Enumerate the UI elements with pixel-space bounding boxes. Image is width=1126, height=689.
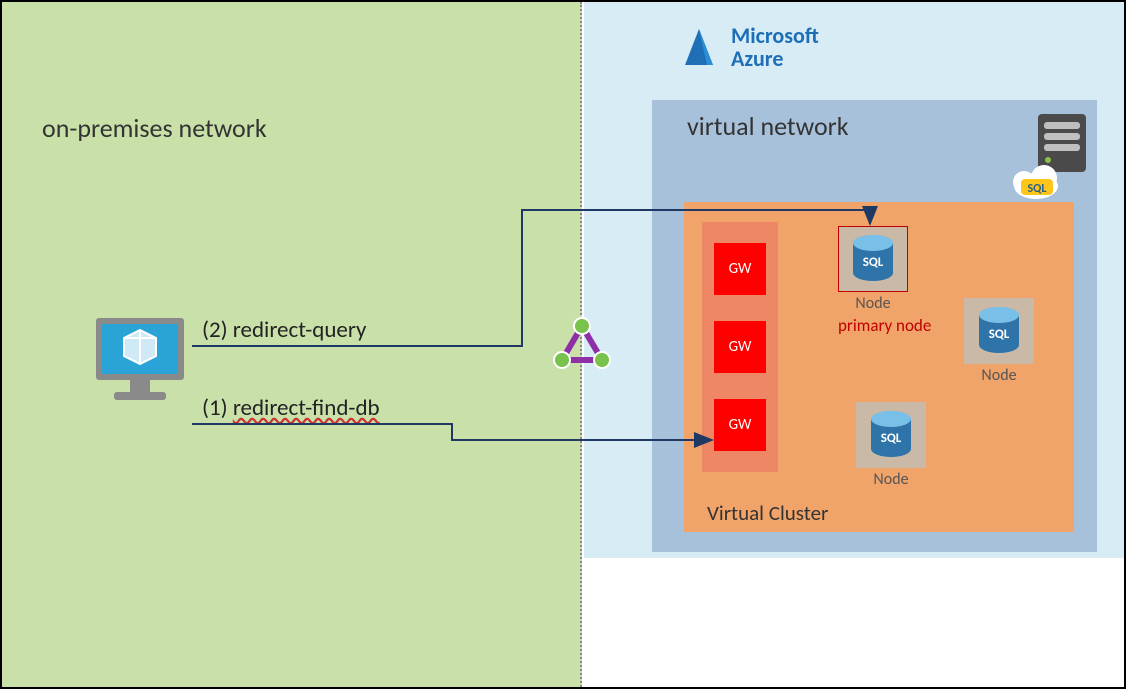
gateway-3: GW [714, 399, 766, 451]
svg-text:SQL: SQL [989, 327, 1010, 342]
gateway-column: GW GW GW [702, 222, 778, 472]
redirect-find-db-text: redirect-find-db [233, 394, 380, 422]
sql-database-icon: SQL [976, 306, 1022, 356]
azure-logo: Microsoft Azure [677, 24, 819, 70]
svg-text:SQL: SQL [881, 431, 902, 446]
sql-node-2: SQL Node [964, 298, 1034, 385]
sql-node-primary-caption: Node [838, 294, 908, 313]
redirect-query-label: (2) redirect-query [202, 316, 366, 344]
svg-text:SQL: SQL [863, 255, 884, 270]
gateway-1: GW [714, 243, 766, 295]
sql-node-primary-box: SQL [838, 226, 908, 292]
sql-node-3: SQL Node [856, 402, 926, 489]
sql-database-icon: SQL [850, 234, 896, 284]
sql-database-icon: SQL [868, 410, 914, 460]
primary-node-label: primary node [838, 315, 908, 336]
azure-icon [677, 27, 721, 67]
sql-node-3-box: SQL [856, 402, 926, 468]
azure-logo-line1: Microsoft [731, 24, 819, 47]
sql-node-2-caption: Node [964, 366, 1034, 385]
gateway-2: GW [714, 321, 766, 373]
azure-logo-line2: Azure [731, 47, 819, 70]
diagram-canvas: on-premises network Microsoft Azure virt… [0, 0, 1126, 689]
redirect-find-db-prefix: (1) [202, 394, 233, 422]
sql-node-2-box: SQL [964, 298, 1034, 364]
virtual-cluster-label: Virtual Cluster [707, 500, 828, 526]
redirect-find-db-label: (1) redirect-find-db [202, 394, 380, 422]
sql-node-3-caption: Node [856, 470, 926, 489]
sql-server-cloud-icon: SQL [1012, 112, 1092, 212]
virtual-network-label: virtual network [687, 110, 849, 142]
on-premises-label: on-premises network [42, 112, 267, 144]
sql-node-primary: SQL Node primary node [838, 226, 908, 336]
on-premises-network-region [2, 2, 582, 687]
svg-text:SQL: SQL [1028, 182, 1047, 196]
client-computer-icon [90, 312, 190, 413]
